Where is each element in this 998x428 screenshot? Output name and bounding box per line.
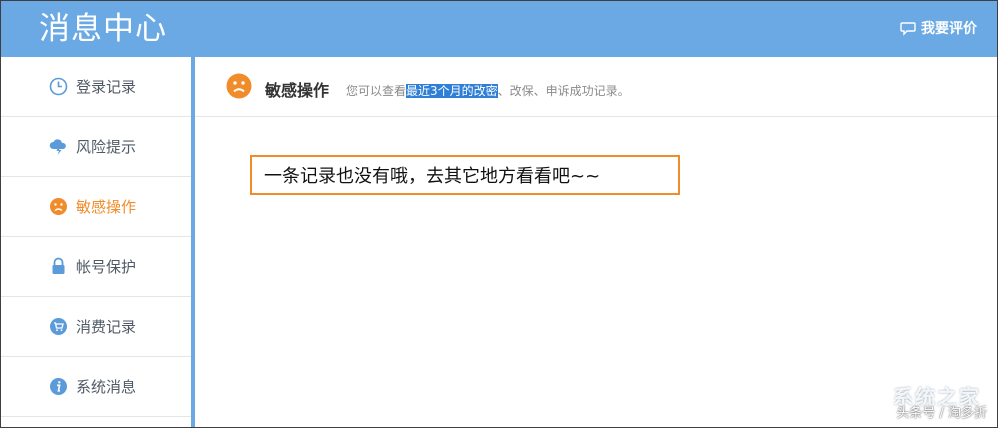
sad-face-icon: [226, 73, 252, 99]
section-header: 敏感操作 您可以查看最近3个月的改密、改保、申诉成功记录。: [195, 57, 997, 117]
sidebar-item-login-records[interactable]: 登录记录: [1, 57, 191, 117]
lock-icon: [49, 257, 68, 276]
description-highlight: 最近3个月的改密: [406, 84, 498, 98]
watermark: 系统之家 头条号 / 淘多折: [847, 381, 987, 421]
info-icon: [49, 377, 68, 396]
sidebar-item-risk-alerts[interactable]: 风险提示: [1, 117, 191, 177]
sidebar-item-label: 敏感操作: [76, 198, 137, 216]
cloud-lightning-icon: [49, 137, 68, 156]
sad-face-icon: [49, 197, 68, 216]
watermark-source: 头条号 / 淘多折: [896, 406, 987, 421]
sidebar-item-account-protection[interactable]: 帐号保护: [1, 237, 191, 297]
sidebar-item-system-messages[interactable]: 系统消息: [1, 357, 191, 417]
page-title: 消息中心: [39, 11, 167, 47]
section-description: 您可以查看最近3个月的改密、改保、申诉成功记录。: [346, 82, 630, 99]
sidebar: 登录记录 风险提示 敏感操作 帐号保护 消费记录 系统消息: [1, 57, 191, 427]
speech-bubble-icon: [900, 22, 916, 36]
section-title: 敏感操作: [265, 81, 330, 100]
feedback-label: 我要评价: [921, 21, 977, 37]
clock-icon: [49, 77, 68, 96]
sidebar-item-label: 帐号保护: [76, 258, 137, 276]
sidebar-item-label: 登录记录: [76, 78, 137, 96]
main-panel: 敏感操作 您可以查看最近3个月的改密、改保、申诉成功记录。 一条记录也没有哦，去…: [195, 57, 997, 427]
sidebar-item-spending-records[interactable]: 消费记录: [1, 297, 191, 357]
sidebar-item-label: 风险提示: [76, 138, 137, 156]
empty-state-message: 一条记录也没有哦，去其它地方看看吧~~: [250, 155, 680, 195]
app-window: 消息中心 我要评价 登录记录 风险提示 敏感操作 帐号保护 消费记录 系统消息 …: [0, 0, 998, 428]
cart-icon: [49, 317, 68, 336]
description-prefix: 您可以查看: [346, 84, 407, 98]
description-suffix: 、改保、申诉成功记录。: [497, 84, 630, 98]
sidebar-item-sensitive-ops[interactable]: 敏感操作: [1, 177, 191, 237]
sidebar-item-label: 消费记录: [76, 318, 137, 336]
sidebar-item-label: 系统消息: [76, 378, 137, 396]
feedback-button[interactable]: 我要评价: [900, 18, 977, 38]
header-bar: 消息中心 我要评价: [1, 1, 997, 57]
